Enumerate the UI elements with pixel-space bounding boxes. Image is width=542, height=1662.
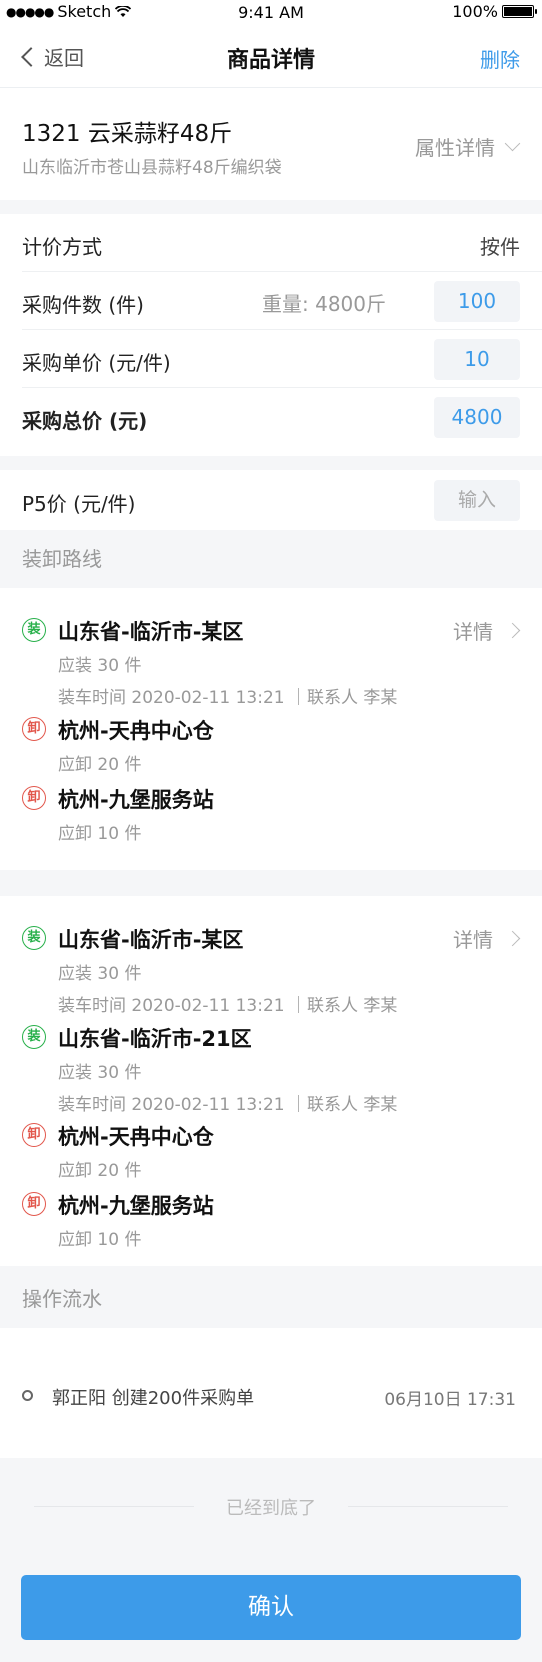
weight-text: 重量: 4800斤 xyxy=(262,292,386,316)
attribute-details-toggle[interactable]: 属性详情 xyxy=(415,132,521,161)
pricing-method-value: 按件 xyxy=(480,235,520,259)
route-card-2: 详情 装 山东省-临沂市-某区 应装 30 件 装车时间 2020-02-11 … xyxy=(0,896,542,1266)
p5-price-row: P5价 (元/件) 输入 xyxy=(0,470,542,530)
p5-price-input[interactable]: 输入 xyxy=(434,480,520,521)
load-badge-icon: 装 xyxy=(22,618,46,642)
log-section-title: 操作流水 xyxy=(0,1270,542,1328)
stop-quantity: 应装 30 件 xyxy=(58,1063,142,1083)
battery-icon xyxy=(502,5,537,18)
route-card-1: 详情 装 山东省-临沂市-某区 应装 30 件 装车时间 2020-02-11 … xyxy=(0,588,542,870)
total-price-row: 采购总价 (元) 4800 xyxy=(22,388,542,446)
load-badge-icon: 装 xyxy=(22,926,46,950)
purchase-count-label: 采购件数 (件) xyxy=(22,293,144,317)
stop-name: 杭州-天冉中心仓 xyxy=(58,1125,214,1149)
attribute-details-label: 属性详情 xyxy=(415,136,495,160)
stop-quantity: 应卸 20 件 xyxy=(58,1161,142,1181)
stop-name: 杭州-九堡服务站 xyxy=(58,1194,214,1218)
stop-meta: 装车时间 2020-02-11 13:21 ｜联系人 李某 xyxy=(58,688,398,708)
delete-button[interactable]: 删除 xyxy=(480,44,520,73)
page-title: 商品详情 xyxy=(226,48,315,73)
battery-percent: 100% xyxy=(452,2,498,21)
p5-price-label: P5价 (元/件) xyxy=(22,492,136,516)
stop-name: 山东省-临沂市-某区 xyxy=(58,928,244,952)
purchase-count-row: 采购件数 (件) 重量: 4800斤 100 xyxy=(22,272,542,330)
stop-meta: 装车时间 2020-02-11 13:21 ｜联系人 李某 xyxy=(58,996,398,1016)
unload-badge-icon: 卸 xyxy=(22,1123,46,1147)
status-bar: ●●●●● Sketch 9:41 AM 100% xyxy=(0,0,542,24)
log-entry-text: 郭正阳 创建200件采购单 xyxy=(52,1388,255,1409)
unload-badge-icon: 卸 xyxy=(22,717,46,741)
unload-badge-icon: 卸 xyxy=(22,1192,46,1216)
stop-quantity: 应卸 10 件 xyxy=(58,1230,142,1250)
stop-quantity: 应卸 10 件 xyxy=(58,824,142,844)
timeline-dot-icon xyxy=(22,1390,33,1401)
unit-price-label: 采购单价 (元/件) xyxy=(22,351,171,375)
stop-meta: 装车时间 2020-02-11 13:21 ｜联系人 李某 xyxy=(58,1095,398,1115)
details-label: 详情 xyxy=(453,620,493,644)
stop-quantity: 应装 30 件 xyxy=(58,656,142,676)
product-card: 1321 云采蒜籽48斤 山东临沂市苍山县蒜籽48斤编织袋 属性详情 xyxy=(0,88,542,200)
pricing-method-label: 计价方式 xyxy=(22,235,102,259)
route-1-details-link[interactable]: 详情 xyxy=(453,616,521,645)
pricing-card: 计价方式 按件 采购件数 (件) 重量: 4800斤 100 采购单价 (元/件… xyxy=(0,214,542,456)
unit-price-row: 采购单价 (元/件) 10 xyxy=(22,330,542,388)
stop-name: 山东省-临沂市-21区 xyxy=(58,1027,252,1051)
nav-bar: 返回 商品详情 删除 xyxy=(0,24,542,88)
chevron-right-icon xyxy=(504,622,521,639)
total-price-label: 采购总价 (元) xyxy=(22,409,148,433)
pricing-method-row: 计价方式 按件 xyxy=(22,214,542,272)
stop-name: 杭州-天冉中心仓 xyxy=(58,719,214,743)
details-label: 详情 xyxy=(453,928,493,952)
route-2-details-link[interactable]: 详情 xyxy=(453,924,521,953)
stop-quantity: 应装 30 件 xyxy=(58,964,142,984)
end-of-list-text: 已经到底了 xyxy=(226,1498,316,1519)
footer: 确认 xyxy=(0,1554,542,1662)
routes-section-title: 装卸路线 xyxy=(0,530,542,588)
product-subtitle: 山东临沂市苍山县蒜籽48斤编织袋 xyxy=(22,158,282,178)
product-name: 1321 云采蒜籽48斤 xyxy=(22,121,233,147)
stop-quantity: 应卸 20 件 xyxy=(58,755,142,775)
unit-price-input[interactable]: 10 xyxy=(434,339,520,380)
unload-badge-icon: 卸 xyxy=(22,786,46,810)
stop-name: 杭州-九堡服务站 xyxy=(58,788,214,812)
end-of-list: 已经到底了 xyxy=(0,1458,542,1554)
load-badge-icon: 装 xyxy=(22,1025,46,1049)
stop-name: 山东省-临沂市-某区 xyxy=(58,620,244,644)
purchase-count-input[interactable]: 100 xyxy=(434,281,520,322)
operation-log: 郭正阳 创建200件采购单 06月10日 17:31 xyxy=(0,1328,542,1458)
log-entry-time: 06月10日 17:31 xyxy=(384,1390,516,1410)
confirm-button[interactable]: 确认 xyxy=(21,1575,521,1640)
chevron-down-icon xyxy=(504,135,521,152)
chevron-right-icon xyxy=(504,930,521,947)
total-price-input[interactable]: 4800 xyxy=(434,397,520,438)
